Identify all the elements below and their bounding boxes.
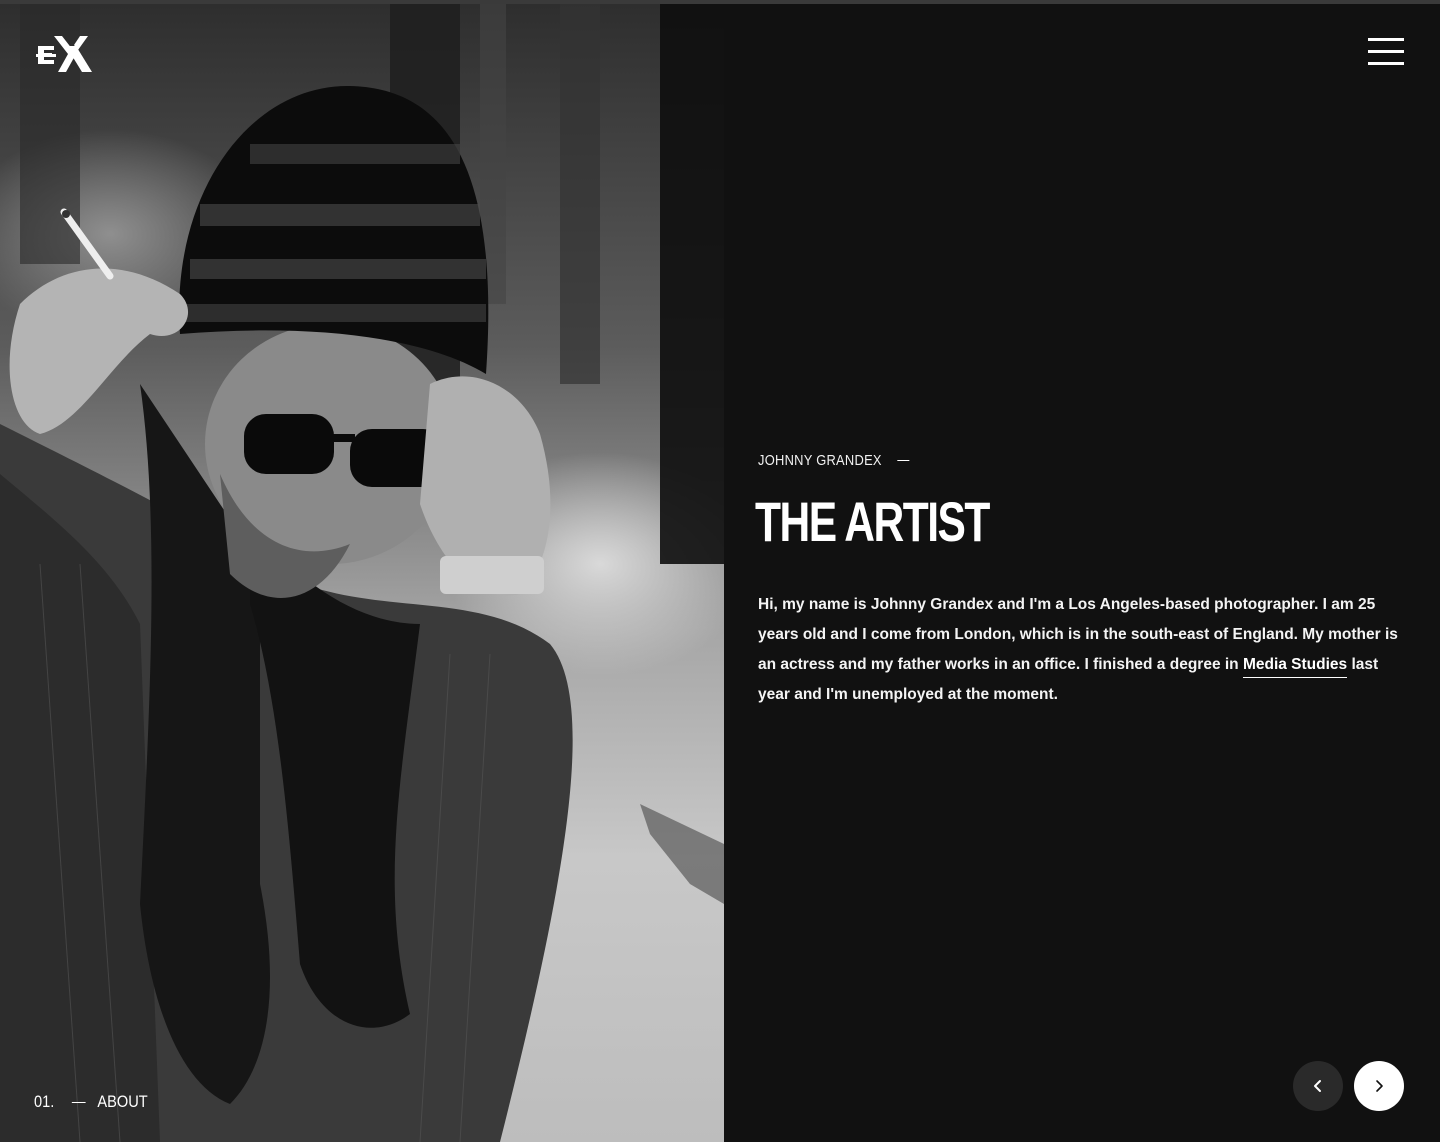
page-title: THE ARTIST <box>755 490 990 553</box>
next-slide-button[interactable] <box>1354 1061 1404 1111</box>
artist-name: Johnny Grandex <box>758 451 882 469</box>
hamburger-menu-icon[interactable] <box>1368 38 1404 66</box>
menu-bar <box>1368 62 1404 65</box>
menu-bar <box>1368 50 1404 53</box>
section-label: About <box>97 1092 148 1111</box>
menu-bar <box>1368 38 1404 41</box>
previous-slide-button[interactable] <box>1293 1061 1343 1111</box>
section-number: 01. <box>34 1092 55 1111</box>
chevron-right-icon <box>1376 1080 1383 1092</box>
section-dash <box>71 1101 86 1103</box>
artist-portrait-illustration <box>0 4 724 1142</box>
artist-photo <box>0 4 724 1142</box>
about-content: Johnny Grandex THE ARTIST Hi, my name is… <box>755 448 1408 710</box>
artist-name-eyebrow: Johnny Grandex <box>758 448 1317 472</box>
about-page: Johnny Grandex THE ARTIST Hi, my name is… <box>0 0 1440 1142</box>
media-studies-link[interactable]: Media Studies <box>1242 656 1348 678</box>
section-indicator: 01. About <box>34 1092 148 1112</box>
artist-bio: Hi, my name is Johnny Grandex and I'm a … <box>758 590 1408 710</box>
chevron-left-icon <box>1314 1080 1321 1092</box>
eyebrow-dash <box>897 459 910 461</box>
ex-monogram-logo[interactable] <box>36 36 94 74</box>
